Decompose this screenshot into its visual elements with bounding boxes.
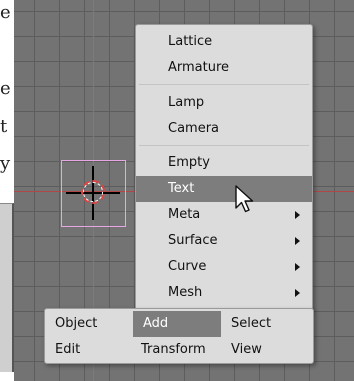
add-menu: Lattice Armature Lamp Camera Empty Text … [135, 24, 313, 311]
toolbar-label: Edit [55, 342, 81, 357]
3d-cursor-inner-ring [83, 182, 103, 202]
page-text-fragment: y [0, 153, 11, 174]
toolbar-edit-button[interactable]: Edit [45, 337, 133, 363]
menu-item-surface[interactable]: Surface [136, 228, 312, 254]
menu-item-text[interactable]: Text [136, 176, 312, 202]
menu-item-armature[interactable]: Armature [136, 55, 312, 81]
toolbar-label: Transform [141, 342, 206, 357]
menu-item-lattice[interactable]: Lattice [136, 29, 312, 55]
submenu-arrow-icon [295, 211, 300, 219]
toolbar-select-button[interactable]: Select [221, 311, 311, 337]
menu-item-mesh[interactable]: Mesh [136, 280, 312, 306]
toolbar-object-button[interactable]: Object [45, 311, 133, 337]
menu-item-label: Text [168, 181, 195, 196]
menu-item-label: Surface [168, 233, 218, 248]
page-text-fragment: e [0, 78, 11, 99]
toolbar-view-button[interactable]: View [221, 337, 311, 363]
menu-item-label: Lamp [168, 95, 205, 110]
menu-item-label: Mesh [168, 285, 203, 300]
submenu-arrow-icon [295, 263, 300, 271]
menu-item-label: Curve [168, 259, 207, 274]
toolbar-transform-button[interactable]: Transform [133, 337, 221, 363]
menu-item-label: Meta [168, 207, 201, 222]
menu-item-meta[interactable]: Meta [136, 202, 312, 228]
menu-item-label: Lattice [168, 34, 213, 49]
toolbar-add-button[interactable]: Add [133, 311, 221, 337]
toolbox-menu-bar: Object Add Select Edit Transform View [44, 308, 314, 364]
toolbar-label: Select [231, 316, 272, 331]
menu-item-lamp[interactable]: Lamp [136, 90, 312, 116]
menu-item-curve[interactable]: Curve [136, 254, 312, 280]
submenu-arrow-icon [295, 289, 300, 297]
toolbar-label: Add [143, 316, 169, 331]
page-figure-edge [0, 203, 14, 372]
menu-item-camera[interactable]: Camera [136, 116, 312, 142]
menu-item-label: Empty [168, 155, 210, 170]
toolbar-label: Object [55, 316, 98, 331]
submenu-arrow-icon [295, 237, 300, 245]
toolbar-label: View [231, 342, 262, 357]
menu-separator [139, 145, 309, 146]
menu-item-label: Camera [168, 121, 220, 136]
menu-item-empty[interactable]: Empty [136, 150, 312, 176]
screenshot-stage: e e t y Lattice Armature Lamp Camera Emp… [0, 0, 354, 381]
page-text-fragment: t [0, 116, 8, 137]
document-page-strip: e e t y [0, 0, 14, 381]
page-text-fragment: e [0, 2, 11, 23]
mouse-pointer-icon [235, 185, 254, 213]
menu-separator [139, 84, 309, 85]
menu-item-label: Armature [168, 60, 230, 75]
